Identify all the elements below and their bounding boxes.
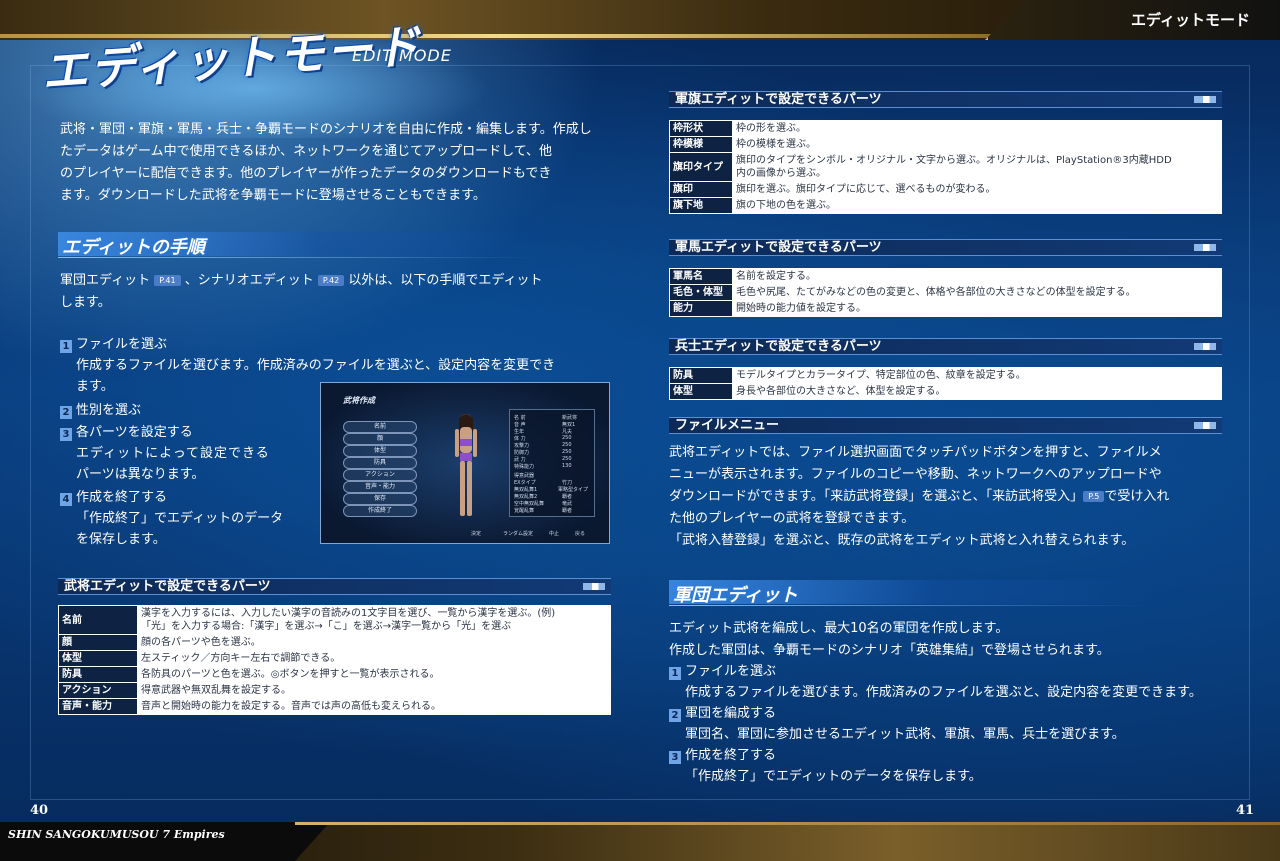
table-row: 旗印 旗印を選ぶ。旗印タイプに応じて、選べるものが変わる。 xyxy=(669,181,1222,198)
table-row: 顔顔の各パーツや色を選ぶ。 xyxy=(58,634,611,651)
army-edit-text: エディット武将を編成し、最大10名の軍団を作成します。 作成した軍団は、争覇モー… xyxy=(669,621,1110,658)
page-number-left: 40 xyxy=(30,803,49,818)
busho-parts-heading: 武将エディットで設定できるパーツ xyxy=(58,578,611,595)
file-menu-heading: ファイルメニュー xyxy=(669,417,1222,434)
table-row: 体型 左スティック／方向キー左右で調節できる。 xyxy=(58,650,611,667)
intro-line: 武将・軍団・軍旗・軍馬・兵士・争覇モードのシナリオを自由に作成・編集します。作成… xyxy=(60,122,592,137)
procedure-step-2: 2 性別を選ぶ xyxy=(60,400,141,421)
character-figure-icon xyxy=(455,414,477,516)
procedure-heading: エディットの手順 xyxy=(58,232,538,258)
table-row: 枠模様 枠の模様を選ぶ。 xyxy=(669,136,1222,153)
screenshot-hint: 戻る xyxy=(575,531,586,537)
table-row: 能力 開始時の能力値を設定する。 xyxy=(669,300,1222,317)
heading-deco-icon xyxy=(1194,422,1216,429)
screenshot-menu-item: 名前 xyxy=(343,421,417,433)
procedure-step-4: 4 作成を終了する 「作成終了」でエディットのデータ を保存します。 xyxy=(60,487,310,550)
intro-line: たデータはゲーム中で使用できるほか、ネットワークを通じてアップロードして、他 xyxy=(60,144,553,159)
table-row: 音声・能力 音声と開始時の能力を設定する。音声では声の高低も変えられる。 xyxy=(58,698,611,715)
step-number-badge: 2 xyxy=(60,406,72,419)
army-edit-heading: 軍団エディット xyxy=(669,580,1149,606)
edit-screen-screenshot: 武将作成 名前 顔 体型 防具 アクション 音声・能力 保存 作成終了 名 前新… xyxy=(320,382,610,544)
screenshot-menu-item: 保存 xyxy=(343,493,417,505)
intro-text: 武将・軍団・軍旗・軍馬・兵士・争覇モードのシナリオを自由に作成・編集します。作成… xyxy=(60,119,620,207)
table-row: 防具 モデルタイプとカラータイプ、特定部位の色、紋章を設定する。 xyxy=(669,367,1222,384)
step-number-badge: 4 xyxy=(60,493,72,506)
flag-parts-table: 枠形状 枠の形を選ぶ。 枠模様 枠の模様を選ぶ。 旗印タイプ 旗印のタイプをシンボル・… xyxy=(669,120,1222,214)
busho-parts-table: 名前 漢字を入力するには、入力したい漢字の音読みの1文字目を選び、一覧から漢字を選… xyxy=(58,605,611,715)
header-section-title: エディットモード xyxy=(1131,11,1250,29)
table-row: 名前 漢字を入力するには、入力したい漢字の音読みの1文字目を選び、一覧から漢字を選… xyxy=(58,605,611,635)
horse-parts-table: 軍馬名 名前を設定する。 毛色・体型 毛色や尻尾、たてがみなどの色の変更と、体格や各… xyxy=(669,268,1222,317)
table-row: 毛色・体型 毛色や尻尾、たてがみなどの色の変更と、体格や各部位の大きさなどの体型を… xyxy=(669,284,1222,301)
page-ref-badge[interactable]: P.5 xyxy=(1083,491,1105,502)
page-number-right: 41 xyxy=(1236,803,1255,818)
soldier-parts-table: 防具 モデルタイプとカラータイプ、特定部位の色、紋章を設定する。 体型 身長や各部位… xyxy=(669,367,1222,400)
step-number-badge: 1 xyxy=(669,667,681,680)
table-row: アクション 得意武器や無双乱舞を設定する。 xyxy=(58,682,611,699)
screenshot-hint: 決定 xyxy=(471,531,482,537)
screenshot-title: 武将作成 xyxy=(343,396,375,405)
intro-line: のプレイヤーに配信できます。他のプレイヤーが作ったデータのダウンロードもでき xyxy=(60,166,552,181)
screenshot-stat-panel: 名 前新武将 音 声無双1 生年 凡夫 体 力 250 攻撃力 250 防御力 250 … xyxy=(509,409,595,517)
page-ref-badge[interactable]: P.42 xyxy=(317,275,345,286)
screenshot-menu-item: 体型 xyxy=(343,445,417,457)
heading-deco-icon xyxy=(1194,343,1216,350)
screenshot-hint: ランダム設定 xyxy=(503,531,534,537)
step-number-badge: 3 xyxy=(60,428,72,441)
heading-deco-icon xyxy=(1194,96,1216,103)
page-subtitle: EDIT MODE xyxy=(352,46,452,65)
page-ref-badge[interactable]: P.41 xyxy=(154,275,181,286)
heading-deco-icon xyxy=(1194,244,1216,251)
screenshot-menu-item: アクション xyxy=(343,469,417,481)
procedure-intro: 軍団エディット P.41 、シナリオエディット P.42 以外は、以下の手順でエ… xyxy=(60,273,543,310)
table-row: 旗印タイプ 旗印のタイプをシンボル・オリジナル・文字から選ぶ。オリジナルは、Pla… xyxy=(669,152,1222,182)
horse-parts-heading: 軍馬エディットで設定できるパーツ xyxy=(669,239,1222,256)
table-row: 体型 身長や各部位の大きさなど、体型を設定する。 xyxy=(669,383,1222,400)
procedure-heading-text: エディットの手順 xyxy=(62,237,205,258)
intro-line: ます。ダウンロードした武将を争覇モードに登場させることもできます。 xyxy=(60,188,486,203)
table-row: 防具 各防具のパーツと色を選ぶ。◎ボタンを押すと一覧が表示される。 xyxy=(58,666,611,683)
table-row: 枠形状 枠の形を選ぶ。 xyxy=(669,120,1222,137)
screenshot-menu-item: 音声・能力 xyxy=(343,481,417,493)
procedure-step-3: 3 各パーツを設定する エディットによって設定できる パーツは異なります。 xyxy=(60,422,310,485)
screenshot-hint: 中止 xyxy=(549,531,560,537)
heading-deco-icon xyxy=(583,583,605,590)
flag-parts-heading: 軍旗エディットで設定できるパーツ xyxy=(669,91,1222,108)
screenshot-menu-item: 作成終了 xyxy=(343,505,417,517)
table-row: 旗下地 旗の下地の色を選ぶ。 xyxy=(669,197,1222,214)
step-number-badge: 1 xyxy=(60,340,72,353)
file-menu-text: 武将エディットでは、ファイル選択画面でタッチパッドボタンを押すと、ファイルメ ニ… xyxy=(669,445,1170,548)
game-title: SHIN SANGOKUMUSOU 7 Empires xyxy=(8,828,225,841)
step-number-badge: 3 xyxy=(669,751,681,764)
table-row: 軍馬名 名前を設定する。 xyxy=(669,268,1222,285)
screenshot-menu-item: 防具 xyxy=(343,457,417,469)
step-number-badge: 2 xyxy=(669,709,681,722)
screenshot-menu-item: 顔 xyxy=(343,433,417,445)
soldier-parts-heading: 兵士エディットで設定できるパーツ xyxy=(669,338,1222,355)
army-edit-steps: 1 ファイルを選ぶ 作成するファイルを選びます。作成済みのファイルを選ぶと、設定内… xyxy=(669,661,1239,787)
bottom-gold-line xyxy=(295,822,1280,825)
